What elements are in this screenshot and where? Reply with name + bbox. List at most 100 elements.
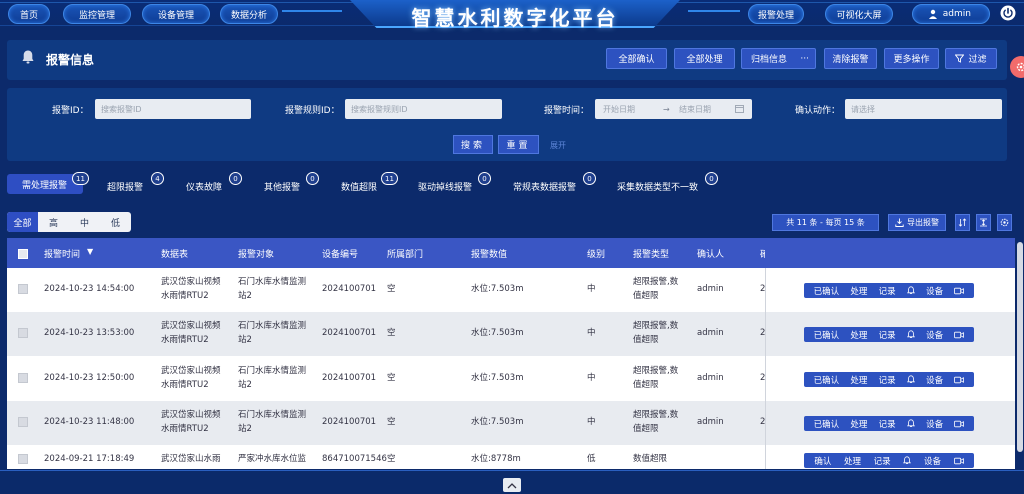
vertical-scrollbar[interactable] (1016, 238, 1024, 469)
cell-department: 空 (387, 454, 396, 464)
confirm-all-button[interactable]: 全部确认 (606, 48, 667, 69)
process-action[interactable]: 处理 (850, 285, 867, 297)
nav-home[interactable]: 首页 (8, 4, 50, 24)
bell-icon[interactable] (903, 456, 912, 465)
camera-icon[interactable] (953, 457, 964, 465)
camera-icon[interactable] (954, 420, 965, 428)
clear-alarm-button[interactable]: 清除报警 (824, 48, 877, 69)
rule-id-input[interactable]: 搜索报警规则ID (345, 99, 502, 119)
row-checkbox[interactable] (18, 417, 28, 427)
device-action[interactable]: 设备 (924, 455, 941, 467)
device-action[interactable]: 设备 (926, 285, 943, 297)
level-all[interactable]: 全部 (7, 212, 38, 232)
device-action[interactable]: 设备 (926, 329, 943, 341)
rule-id-label: 报警规则ID： (285, 106, 340, 116)
collapse-button[interactable] (503, 478, 521, 492)
camera-icon[interactable] (954, 376, 965, 384)
bell-icon[interactable] (906, 330, 915, 339)
badge-meter-fault: 0 (229, 172, 242, 185)
process-action[interactable]: 处理 (850, 418, 867, 430)
col-data-table: 数据表 (161, 250, 189, 260)
logout-icon[interactable] (1000, 5, 1016, 21)
row-checkbox[interactable] (18, 454, 28, 464)
tab-driver-offline[interactable]: 驱动掉线报警 (418, 180, 472, 193)
device-action[interactable]: 设备 (926, 418, 943, 430)
badge-type-mismatch: 0 (705, 172, 718, 185)
nav-monitor[interactable]: 监控管理 (63, 4, 131, 24)
date-range-input[interactable]: 开始日期 → 结束日期 (595, 99, 752, 119)
confirm-action-select[interactable]: 请选择 (845, 99, 1002, 119)
archive-button[interactable]: 归档信息 ··· (741, 48, 816, 69)
tab-regular-data[interactable]: 常规表数据报警 (513, 180, 576, 193)
nav-bigscreen[interactable]: 可视化大屏 (825, 4, 893, 24)
cell-level: 中 (587, 417, 596, 427)
level-medium[interactable]: 中 (69, 212, 100, 232)
bell-icon[interactable] (906, 419, 915, 428)
nav-analysis[interactable]: 数据分析 (220, 4, 278, 24)
nav-alarm[interactable]: 报警处理 (748, 4, 804, 24)
level-high[interactable]: 高 (38, 212, 69, 232)
sort-toggle-button[interactable] (955, 214, 970, 231)
tab-meter-fault[interactable]: 仪表故障 (186, 180, 222, 193)
cell-data-table-2: 水雨情RTU2 (161, 380, 209, 390)
process-action[interactable]: 处理 (850, 329, 867, 341)
confirm-action[interactable]: 确认 (814, 455, 831, 467)
record-action[interactable]: 记录 (879, 285, 896, 297)
tab-type-mismatch[interactable]: 采集数据类型不一致 (617, 180, 698, 193)
table-settings-button[interactable] (997, 214, 1012, 231)
record-action[interactable]: 记录 (879, 329, 896, 341)
process-action[interactable]: 处理 (844, 455, 861, 467)
reset-button[interactable]: 重置 (498, 135, 539, 154)
table-row[interactable]: 2024-10-23 14:54:00 武汉岱家山视频 水雨情RTU2 石门水库水情监… (7, 268, 1015, 312)
col-time[interactable]: 报警时间 (44, 247, 80, 260)
table-row[interactable]: 2024-10-23 12:50:00 武汉岱家山视频 水雨情RTU2 石门水库水情监… (7, 357, 1015, 401)
export-button[interactable]: 导出报警 (888, 214, 946, 231)
search-button[interactable]: 搜索 (453, 135, 493, 154)
settings-icon (1000, 218, 1009, 227)
camera-icon[interactable] (954, 331, 965, 339)
select-all-checkbox[interactable] (18, 249, 28, 259)
tab-value-exceed[interactable]: 数值超限 (341, 180, 377, 193)
settings-fab[interactable] (1010, 56, 1024, 78)
cell-department: 空 (387, 373, 396, 383)
confirm-action[interactable]: 已确认 (814, 285, 840, 297)
record-action[interactable]: 记录 (879, 374, 896, 386)
row-checkbox[interactable] (18, 284, 28, 294)
record-action[interactable]: 记录 (879, 418, 896, 430)
bell-icon[interactable] (906, 375, 915, 384)
process-all-button[interactable]: 全部处理 (674, 48, 735, 69)
table-row[interactable]: 2024-09-21 17:18:49 武汉岱家山水雨 严家冲水库水位监 864710… (7, 445, 1015, 469)
nav-user[interactable]: admin (912, 4, 990, 24)
cell-alarm-type: 数值超限 (633, 454, 668, 464)
table-row[interactable]: 2024-10-23 13:53:00 武汉岱家山视频 水雨情RTU2 石门水库水情监… (7, 312, 1015, 356)
cell-data-table: 武汉岱家山视频 (161, 410, 221, 420)
confirm-action[interactable]: 已确认 (814, 374, 840, 386)
confirm-action[interactable]: 已确认 (814, 329, 840, 341)
filter-button[interactable]: 过滤 (945, 48, 997, 69)
row-checkbox[interactable] (18, 373, 28, 383)
row-checkbox[interactable] (18, 328, 28, 338)
scrollbar-thumb[interactable] (1017, 242, 1023, 452)
alarm-id-label: 报警ID： (52, 106, 89, 116)
cell-level: 中 (587, 284, 596, 294)
level-low[interactable]: 低 (100, 212, 131, 232)
expand-link[interactable]: 展开 (550, 140, 566, 151)
nav-device[interactable]: 设备管理 (142, 4, 210, 24)
sort-desc-icon[interactable]: ▼ (87, 247, 93, 256)
tab-other-alarm[interactable]: 其他报警 (264, 180, 300, 193)
confirm-action[interactable]: 已确认 (814, 418, 840, 430)
alarm-id-input[interactable]: 搜索报警ID (95, 99, 251, 119)
cell-alarm-type: 超限报警,数 (633, 277, 679, 287)
process-action[interactable]: 处理 (850, 374, 867, 386)
table-row[interactable]: 2024-10-23 11:48:00 武汉岱家山视频 水雨情RTU2 石门水库水情监… (7, 401, 1015, 445)
more-actions-button[interactable]: 更多操作 (884, 48, 939, 69)
cell-alarm-type-2: 值超限 (633, 424, 659, 434)
tab-over-limit[interactable]: 超限报警 (107, 180, 143, 193)
bell-icon[interactable] (906, 286, 915, 295)
column-height-button[interactable] (976, 214, 991, 231)
col-alarm-type: 报警类型 (633, 250, 670, 260)
device-action[interactable]: 设备 (926, 374, 943, 386)
cell-alarm-type: 超限报警,数 (633, 410, 679, 420)
camera-icon[interactable] (954, 287, 965, 295)
record-action[interactable]: 记录 (874, 455, 891, 467)
